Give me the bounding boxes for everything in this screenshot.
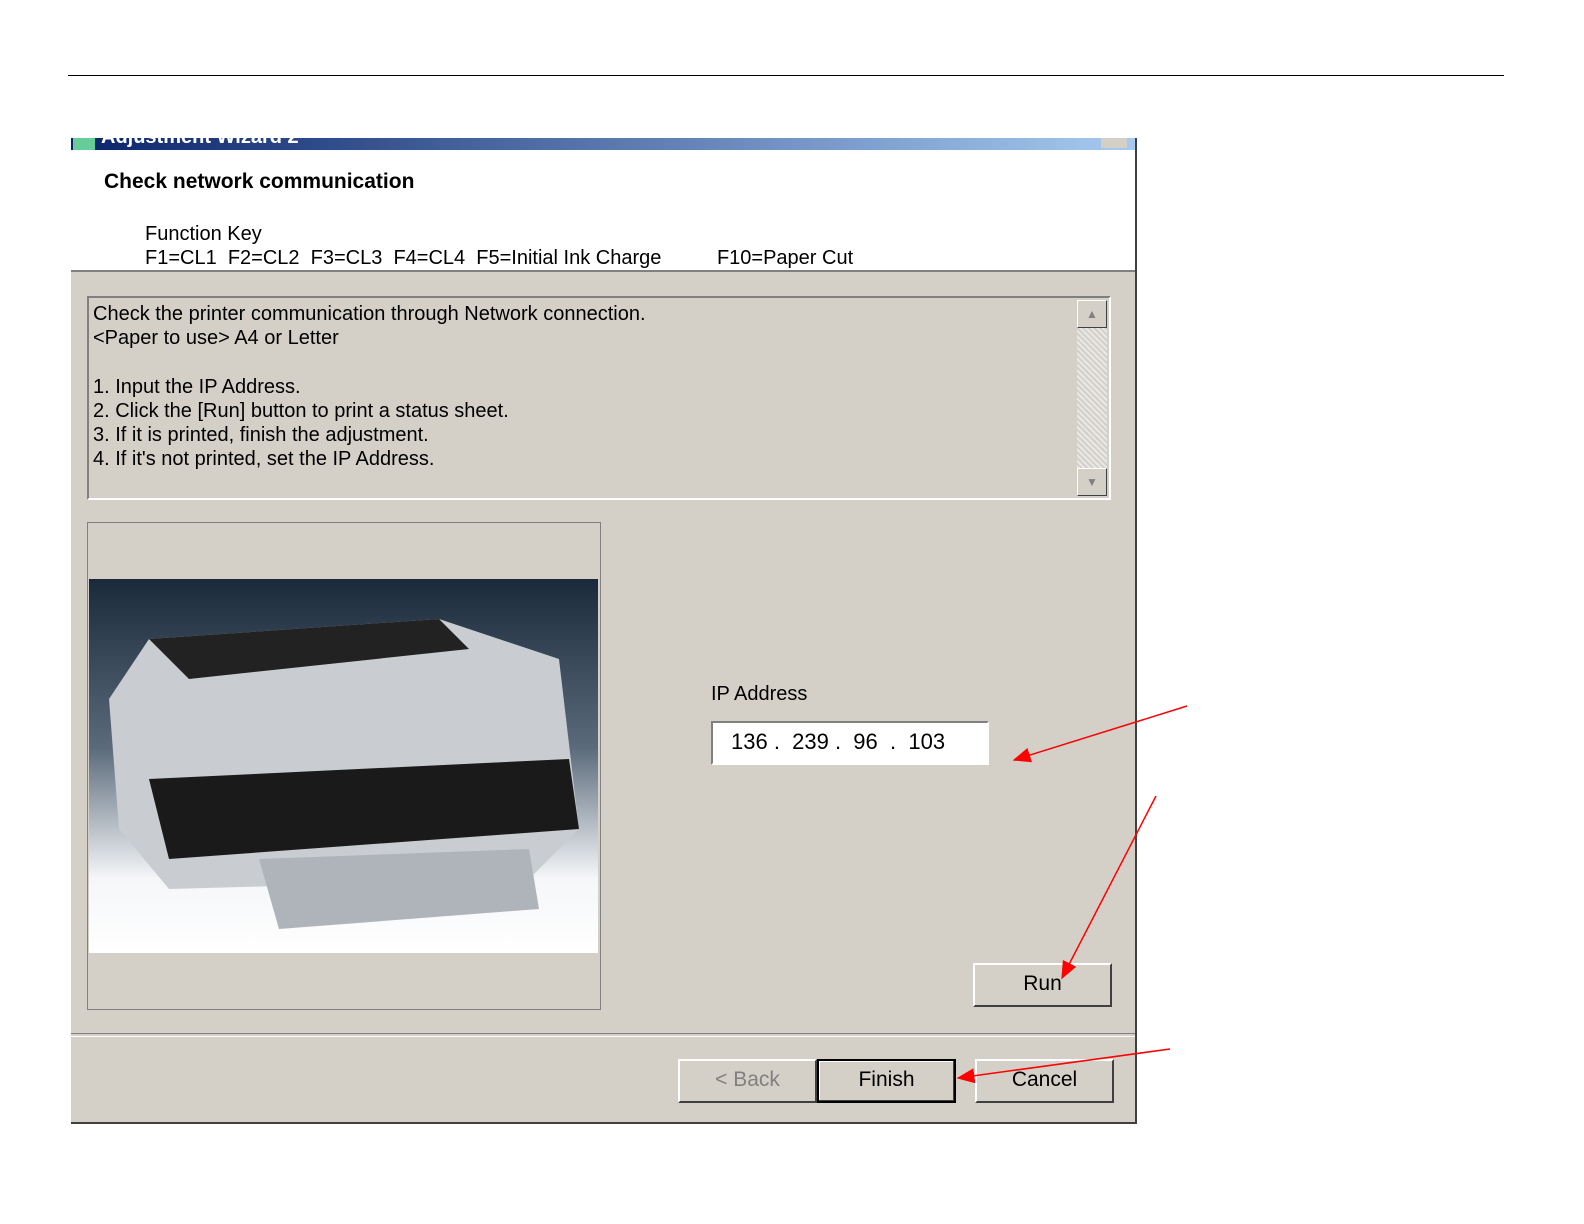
arrow-to-run [1061,795,1157,980]
arrow-to-finish [956,1048,1171,1084]
annotation-arrows [956,705,1188,1084]
arrow-to-ip [1012,705,1188,763]
